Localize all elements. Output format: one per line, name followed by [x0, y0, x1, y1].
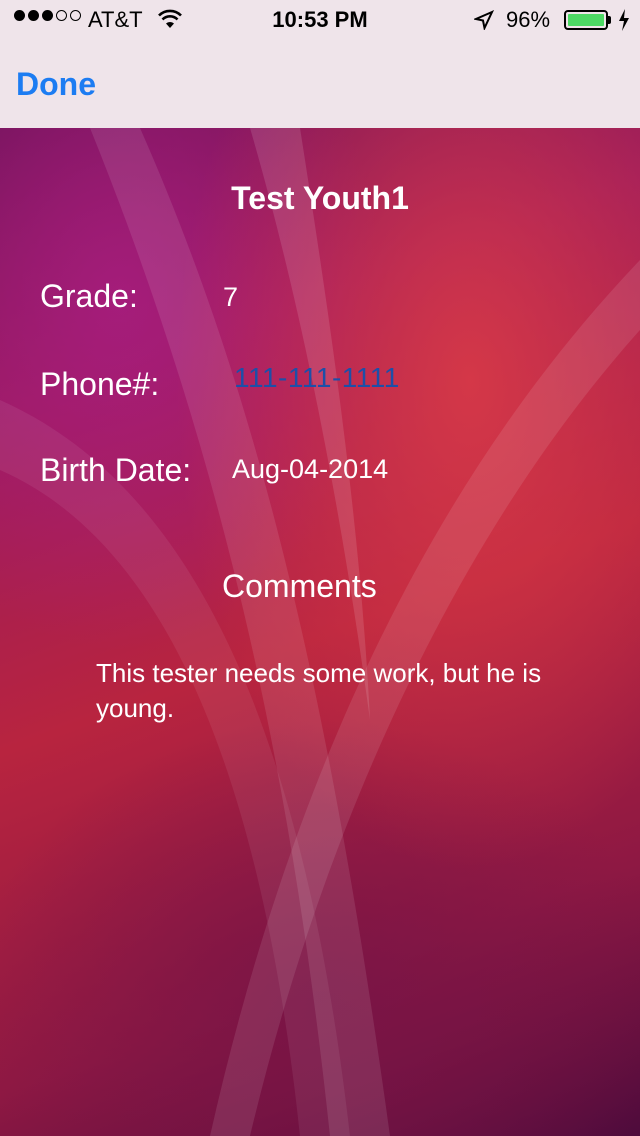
battery-percent: 96% [506, 7, 551, 32]
youth-detail-view: Test Youth1 Grade: 7 Phone#: 111-111-111… [0, 128, 640, 1136]
done-button[interactable]: Done [16, 66, 96, 103]
battery-icon [564, 10, 608, 30]
charging-bolt-icon [618, 9, 630, 37]
birth-date-label: Birth Date: [40, 452, 192, 488]
youth-name: Test Youth1 [231, 180, 409, 216]
status-bar: AT&T 10:53 PM 96% [0, 0, 640, 40]
phone-label: Phone#: [40, 366, 160, 402]
location-arrow-icon [472, 10, 495, 36]
phone-link[interactable]: 111-111-1111 [234, 362, 400, 394]
grade-value: 7 [223, 282, 239, 312]
grade-label: Grade: [40, 278, 138, 314]
navigation-bar: Done [0, 40, 640, 128]
comments-heading: Comments [222, 568, 377, 604]
birth-date-value: Aug-04-2014 [232, 454, 389, 484]
comments-text: This tester needs some work, but he is y… [96, 658, 542, 723]
